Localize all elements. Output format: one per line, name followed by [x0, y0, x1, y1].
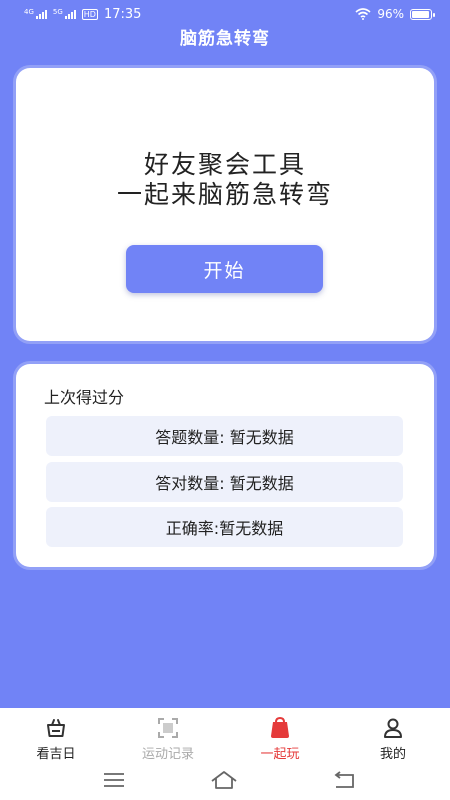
signal-icon: 4G [24, 9, 47, 19]
tab-exercise-record[interactable]: 运动记录 [128, 716, 208, 768]
scan-frame-icon [158, 718, 178, 738]
play-bag-icon [271, 716, 289, 738]
wifi-icon [355, 8, 371, 20]
score-row-correct: 答对数量: 暂无数据 [46, 462, 403, 502]
score-title: 上次得过分 [44, 388, 125, 407]
home-icon[interactable] [209, 769, 239, 791]
person-icon [384, 718, 402, 738]
page-title: 脑筋急转弯 [180, 29, 270, 49]
tab-label: 看吉日 [36, 747, 76, 762]
tab-mine[interactable]: 我的 [353, 716, 433, 768]
score-card: 上次得过分 答题数量: 暂无数据 答对数量: 暂无数据 正确率:暂无数据 [16, 364, 434, 567]
network-label-1: 4G [24, 8, 34, 16]
system-nav-bar [0, 762, 450, 800]
menu-icon[interactable] [99, 769, 129, 791]
hero-card: 好友聚会工具 一起来脑筋急转弯 开始 [16, 68, 434, 341]
score-row-questions: 答题数量: 暂无数据 [46, 416, 403, 456]
tab-play-together[interactable]: 一起玩 [240, 716, 320, 768]
score-row-accuracy: 正确率:暂无数据 [46, 507, 403, 547]
basket-icon [47, 719, 65, 737]
tab-lucky-day[interactable]: 看吉日 [16, 716, 96, 768]
network-label-2: 5G [52, 8, 63, 16]
hd-badge: HD [81, 8, 98, 20]
tab-label: 一起玩 [260, 747, 300, 762]
tab-label: 我的 [379, 747, 406, 762]
battery-level [412, 10, 430, 18]
status-time: 17:35 [103, 6, 142, 22]
tab-label: 运动记录 [141, 747, 194, 762]
status-left: 4G 5G HD 17:35 [24, 7, 141, 22]
start-button[interactable]: 开始 [126, 245, 323, 293]
hero-line-2: 一起来脑筋急转弯 [116, 180, 333, 209]
back-icon[interactable] [329, 769, 359, 791]
status-right: 96% [355, 7, 435, 21]
battery-percent: 96% [377, 7, 404, 21]
signal-icon-2: 5G [53, 9, 76, 19]
battery-icon [410, 8, 435, 20]
